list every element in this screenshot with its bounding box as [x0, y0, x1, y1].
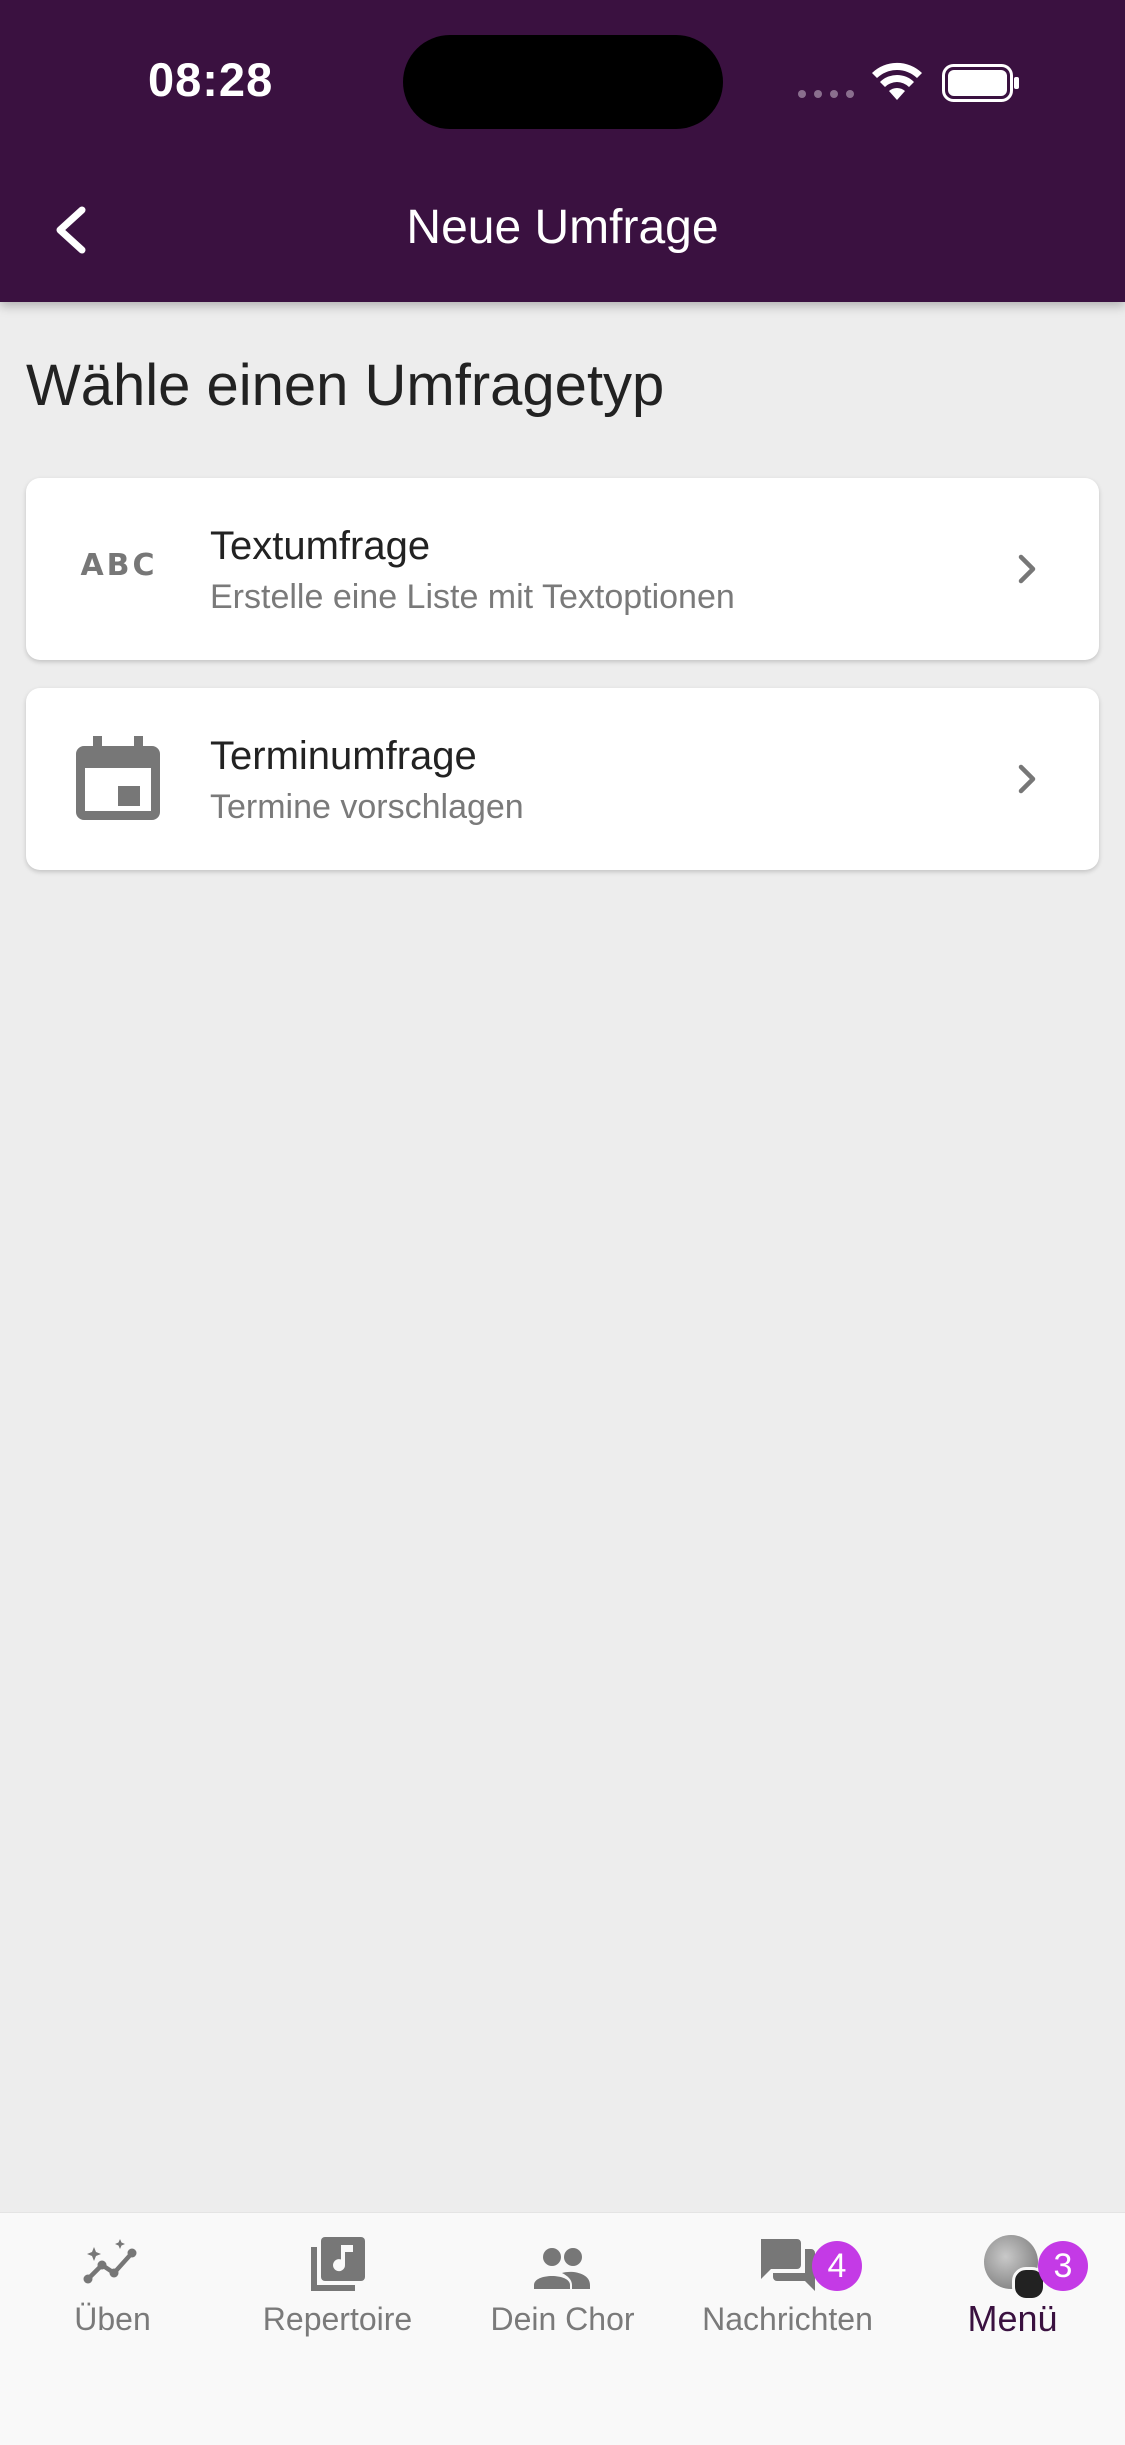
- abc-icon: ABC: [80, 548, 158, 583]
- cellular-signal-icon: [798, 90, 854, 98]
- option-date-poll[interactable]: Terminumfrage Termine vorschlagen: [26, 688, 1099, 870]
- nav-label: Üben: [74, 2301, 151, 2337]
- option-text-poll[interactable]: ABC Textumfrage Erstelle eine Liste mit …: [26, 478, 1099, 660]
- nav-item-menu[interactable]: 3 Menü: [900, 2213, 1125, 2363]
- nav-item-dein-chor[interactable]: Dein Chor: [450, 2213, 675, 2363]
- calendar-icon: [76, 736, 160, 820]
- nav-item-nachrichten[interactable]: 4 Nachrichten: [675, 2213, 900, 2363]
- battery-icon: [942, 64, 1019, 102]
- notification-badge: 4: [812, 2241, 862, 2291]
- nav-label: Nachrichten: [702, 2301, 873, 2337]
- nav-label: Repertoire: [262, 2301, 413, 2337]
- section-title: Wähle einen Umfragetyp: [26, 353, 665, 418]
- group-icon: [534, 2248, 590, 2289]
- option-subtitle: Erstelle eine Liste mit Textoptionen: [210, 578, 735, 616]
- status-time: 08:28: [148, 53, 274, 106]
- nav-label: Menü: [967, 2298, 1058, 2339]
- nav-label: Dein Chor: [490, 2301, 635, 2337]
- notification-badge: 3: [1038, 2241, 1088, 2291]
- app-header: 08:28 Neue Umfrage: [0, 0, 1125, 302]
- option-title: Textumfrage: [210, 524, 431, 568]
- practice-icon: [83, 2239, 137, 2284]
- page-title: Neue Umfrage: [406, 201, 719, 254]
- bottom-navigation: Üben Repertoire Dein Chor 4 Nachrichten …: [0, 2212, 1125, 2445]
- nav-item-ueben[interactable]: Üben: [0, 2213, 225, 2363]
- chevron-right-icon: [1018, 554, 1036, 584]
- dynamic-island: [403, 35, 723, 129]
- chat-icon: [761, 2239, 815, 2291]
- nav-item-repertoire[interactable]: Repertoire: [225, 2213, 450, 2363]
- chevron-right-icon: [1018, 764, 1036, 794]
- option-title: Terminumfrage: [210, 734, 477, 778]
- option-subtitle: Termine vorschlagen: [210, 788, 524, 826]
- music-library-icon: [311, 2237, 365, 2291]
- wifi-icon: [872, 62, 922, 100]
